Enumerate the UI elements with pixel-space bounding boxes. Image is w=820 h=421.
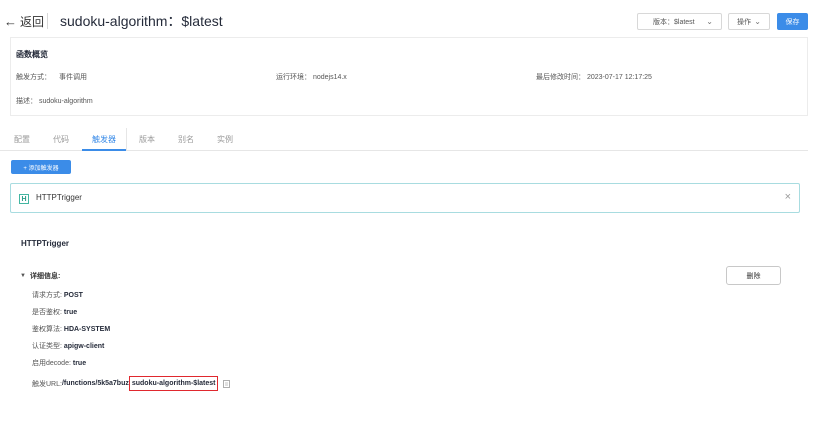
trigger-mode: 触发方式： 事件调用	[16, 72, 87, 82]
trigger-name: HTTPTrigger	[36, 193, 82, 202]
runtime-value: nodejs14.x	[312, 74, 347, 81]
tab-versions[interactable]: 版本	[139, 134, 155, 145]
request-method-value: POST	[63, 292, 83, 299]
auth-type: 认证类型: apigw-client	[32, 341, 104, 351]
page-title: sudoku-algorithm：$latest	[60, 13, 223, 29]
function-overview-card: 函数概览 触发方式： 事件调用 运行环境： nodejs14.x 最后修改时间：…	[10, 37, 808, 116]
delete-button[interactable]: 删除	[726, 266, 781, 285]
trigger-url-prefix: /functions/5k5a7buz	[61, 380, 129, 387]
auth-algorithm-value: HDA-SYSTEM	[63, 326, 111, 333]
tab-separator	[126, 128, 127, 150]
decode-enabled-label: 启用decode:	[32, 360, 73, 367]
last-modified: 最后修改时间： 2023-07-17 12:17:25	[536, 72, 652, 82]
back-label: 返回	[20, 15, 45, 29]
trigger-detail-title: HTTPTrigger	[21, 239, 70, 248]
tab-aliases[interactable]: 别名	[178, 134, 194, 145]
runtime: 运行环境： nodejs14.x	[276, 72, 347, 82]
trigger-mode-value: 事件调用	[58, 74, 87, 81]
description-value: sudoku-algorithm	[38, 98, 93, 105]
http-trigger-icon: H	[19, 194, 29, 204]
tab-instances[interactable]: 实例	[217, 134, 233, 145]
header-divider	[47, 13, 48, 29]
save-button[interactable]: 保存	[777, 13, 808, 30]
trigger-card[interactable]: H HTTPTrigger ×	[10, 183, 800, 213]
details-toggle[interactable]: ▼ 详细信息:	[20, 271, 60, 281]
description: 描述： sudoku-algorithm	[16, 96, 93, 106]
auth-algorithm-label: 鉴权算法:	[32, 326, 64, 333]
version-select-value: 版本：$latest	[653, 18, 695, 26]
details-toggle-label: 详细信息:	[29, 273, 61, 280]
caret-down-icon: ▼	[20, 273, 26, 279]
auth-algorithm: 鉴权算法: HDA-SYSTEM	[32, 324, 110, 334]
top-bar: ← 返回 sudoku-algorithm：$latest 版本：$latest…	[0, 0, 820, 40]
tab-bar: 配置 代码 触发器 版本 别名 实例	[0, 126, 808, 151]
tab-config[interactable]: 配置	[14, 134, 30, 145]
active-tab-indicator	[82, 149, 126, 151]
auth-type-value: apigw-client	[63, 343, 105, 350]
auth-enabled-label: 是否鉴权:	[32, 309, 64, 316]
request-method-label: 请求方式:	[32, 292, 64, 299]
auth-enabled-value: true	[63, 309, 78, 316]
runtime-label: 运行环境：	[276, 74, 311, 81]
chevron-down-icon: ⌄	[754, 17, 761, 26]
last-modified-value: 2023-07-17 12:17:25	[586, 74, 652, 81]
auth-type-label: 认证类型:	[32, 343, 64, 350]
back-arrow-icon: ←	[4, 14, 17, 29]
tab-triggers[interactable]: 触发器	[92, 134, 116, 145]
version-select[interactable]: 版本：$latest ⌄	[637, 13, 722, 30]
trigger-url: 触发URL: /functions/5k5a7buz sudoku-algori…	[32, 376, 231, 391]
copy-icon[interactable]	[223, 379, 231, 388]
chevron-down-icon: ⌄	[706, 17, 713, 26]
description-label: 描述：	[16, 98, 37, 105]
back-button[interactable]: ← 返回	[4, 13, 44, 30]
decode-enabled: 启用decode: true	[32, 358, 86, 368]
add-trigger-button[interactable]: + 添加触发器	[11, 160, 71, 174]
close-icon[interactable]: ×	[785, 191, 791, 203]
request-method: 请求方式: POST	[32, 290, 83, 300]
decode-enabled-value: true	[72, 360, 87, 367]
operations-select-label: 操作	[737, 18, 751, 26]
trigger-url-highlight: sudoku-algorithm-$latest	[128, 376, 219, 391]
trigger-mode-label: 触发方式：	[16, 74, 51, 81]
tab-code[interactable]: 代码	[53, 134, 69, 145]
trigger-url-label: 触发URL:	[32, 380, 62, 388]
overview-title: 函数概览	[16, 50, 48, 59]
operations-select[interactable]: 操作 ⌄	[728, 13, 770, 30]
last-modified-label: 最后修改时间：	[536, 74, 585, 81]
auth-enabled: 是否鉴权: true	[32, 307, 77, 317]
